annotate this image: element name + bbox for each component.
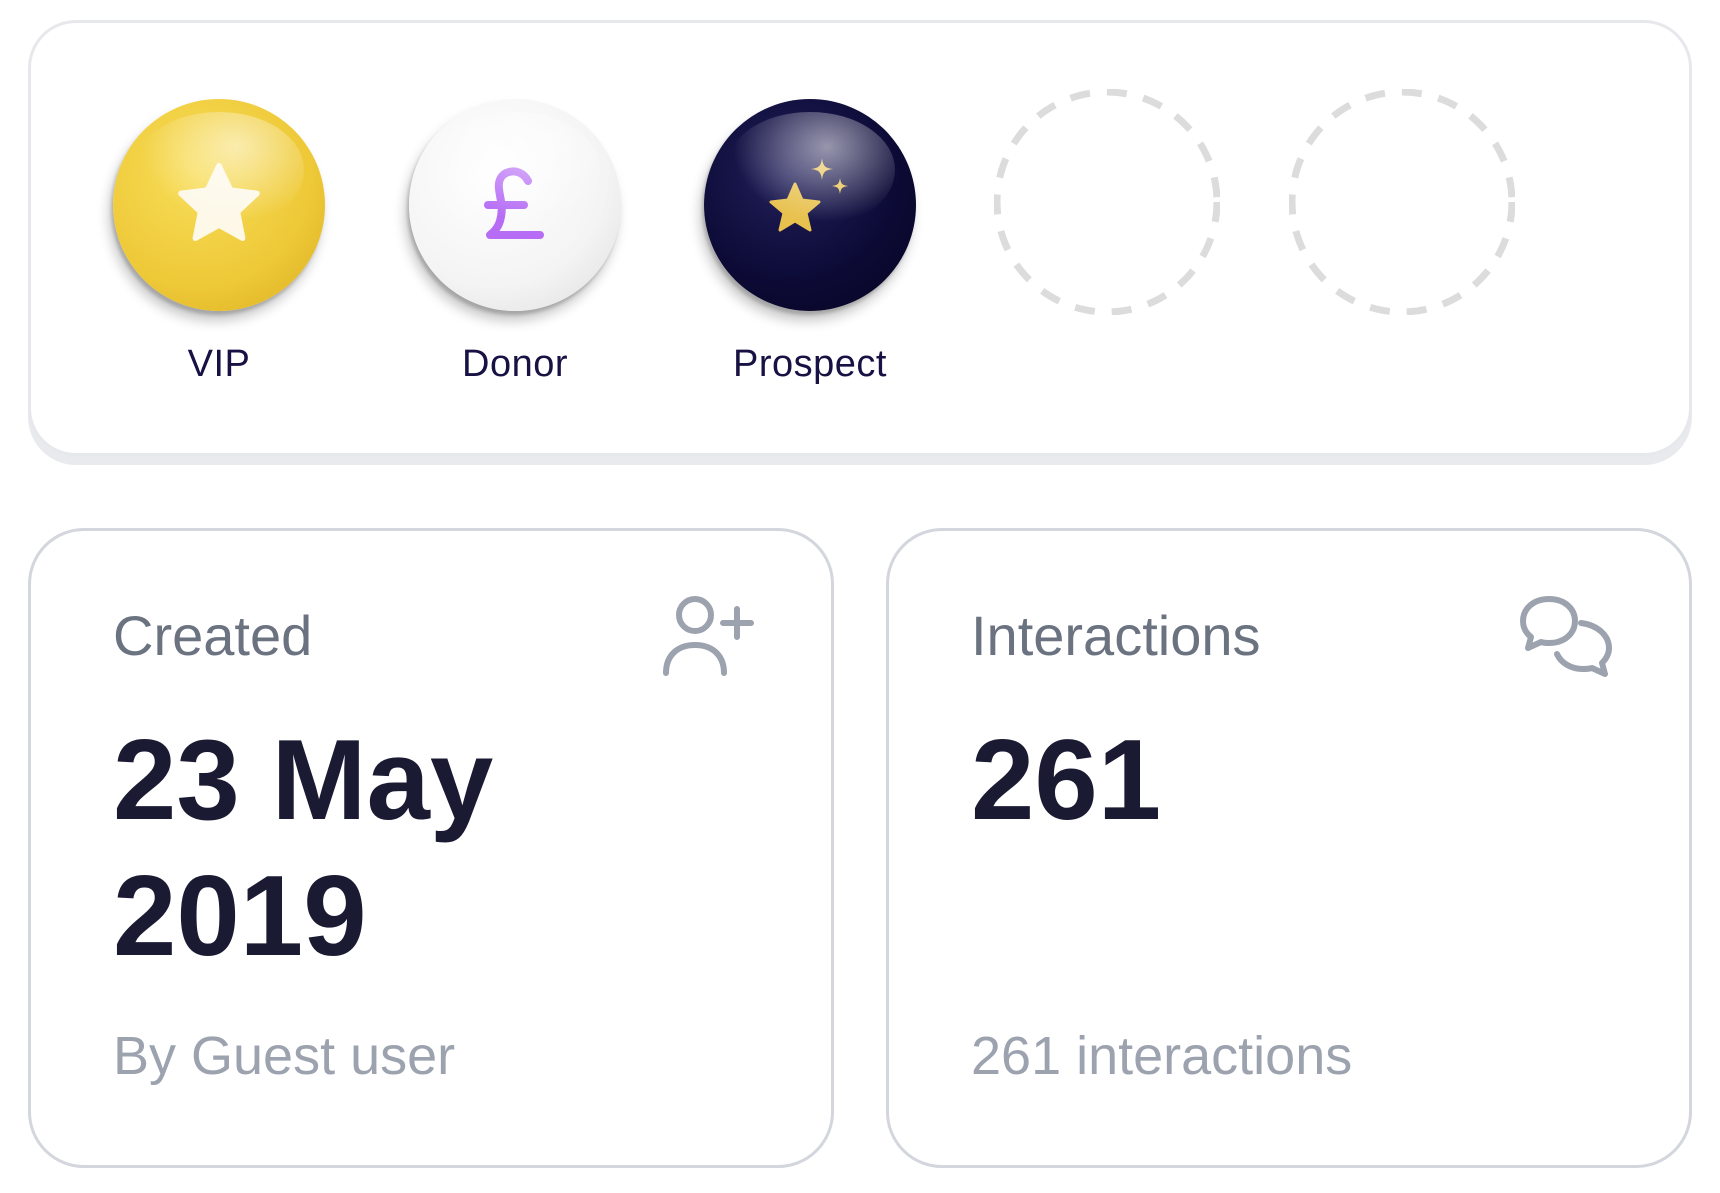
created-by: By Guest user xyxy=(113,1026,456,1086)
badge-vip[interactable]: VIP xyxy=(109,99,329,386)
empty-badge-slot[interactable] xyxy=(994,89,1220,315)
badges-card: VIP Donor Prospect xyxy=(28,20,1692,456)
badge-label-prospect: Prospect xyxy=(733,343,887,385)
created-date-line1: 23 May xyxy=(113,717,494,844)
badge-prospect[interactable]: Prospect xyxy=(700,99,920,386)
interactions-count: 261 xyxy=(971,717,1162,844)
interactions-title: Interactions xyxy=(971,604,1261,667)
empty-badge-slot[interactable] xyxy=(1289,89,1515,315)
vip-pin xyxy=(113,99,325,311)
created-card: Created 23 May 2019 By Guest user xyxy=(28,528,834,1168)
created-date-line2: 2019 xyxy=(113,853,367,980)
interactions-card: Interactions 261 261 interactions xyxy=(886,528,1692,1168)
badge-label-vip: VIP xyxy=(187,343,251,385)
interactions-summary: 261 interactions xyxy=(971,1026,1353,1086)
prospect-pin xyxy=(704,99,916,311)
badge-label-donor: Donor xyxy=(462,343,568,385)
badge-donor[interactable]: Donor xyxy=(405,99,625,386)
created-date: 23 May 2019 xyxy=(113,713,673,985)
star-icon xyxy=(178,163,260,241)
donor-pin xyxy=(409,99,621,311)
user-plus-icon xyxy=(663,596,754,676)
sparkle-star-icon xyxy=(769,158,848,232)
created-title: Created xyxy=(113,604,313,667)
chat-bubbles-icon xyxy=(1520,596,1612,677)
pound-sign-icon xyxy=(484,167,544,239)
